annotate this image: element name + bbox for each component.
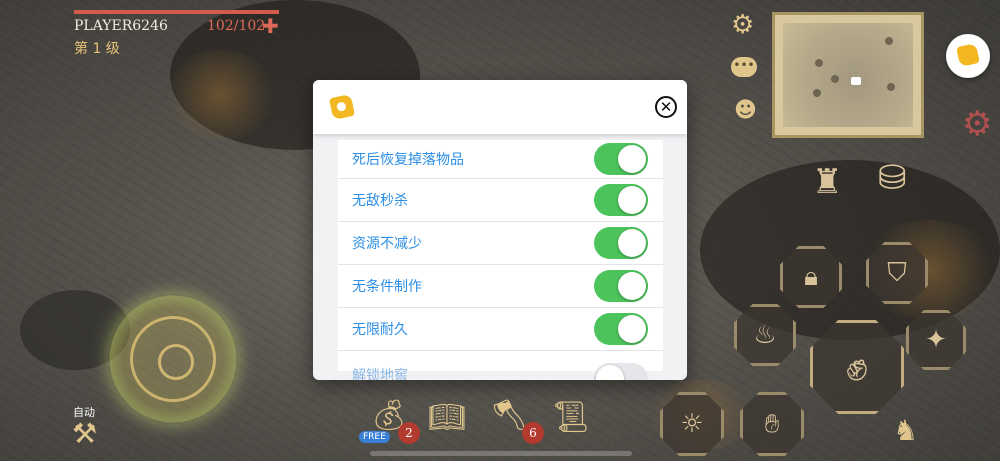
toggle-switch[interactable] [594,313,648,345]
toggle-knob [618,272,646,300]
lock-icon: 🔒︎ [804,261,818,292]
list-item: 无限耐久 [338,308,663,351]
map-marker-icon [813,89,821,97]
grass-patch [160,50,280,140]
movement-joystick[interactable] [108,294,238,424]
map-marker-icon [815,59,823,67]
home-indicator [370,451,632,456]
player-level: 第 1 级 [74,41,120,57]
character-icon[interactable]: ☻ [734,98,757,123]
minimap[interactable] [772,12,924,138]
toggle-knob [596,365,624,380]
modal-header: ✕ [313,80,687,134]
toggle-switch[interactable] [594,143,648,175]
mod-settings-cog-icon[interactable]: ⚙ [962,104,992,144]
castle-icon[interactable]: ♜ [812,162,842,202]
health-bar [74,10,279,14]
toggle-knob [618,315,646,343]
toggle-list: 死后恢复掉落物品 无敌秒杀 资源不减少 无条件制作 无限耐久 解锁地窖 [338,140,663,380]
toggle-knob [618,145,646,173]
toggle-switch[interactable] [594,270,648,302]
grab-hand-icon: ✋︎ [764,408,780,439]
joystick-knob[interactable] [158,344,194,380]
puzzle-logo-icon [328,93,356,121]
list-item: 无敌秒杀 [338,179,663,222]
toggle-label: 解锁地窖 [352,368,408,380]
list-item: 死后恢复掉落物品 [338,140,663,179]
list-item: 资源不减少 [338,222,663,265]
list-item: 解锁地窖 [338,351,663,380]
backpack-icon[interactable]: ⛁ [878,158,907,198]
skill-icon: ✦ [925,325,947,355]
fist-icon: ✊︎ [846,344,868,390]
list-item: 无条件制作 [338,265,663,308]
auto-attack-icon[interactable]: ⚒ [72,420,97,448]
notification-badge: 6 [522,422,544,444]
map-marker-icon [887,83,895,91]
health-bar-fill [74,10,279,14]
health-text: 102/102 [207,18,266,34]
map-marker-icon [885,37,893,45]
toggle-switch[interactable] [594,363,648,380]
sun-compass-icon: ☼ [680,409,704,439]
toggle-label: 死后恢复掉落物品 [352,152,464,168]
settings-gear-icon[interactable]: ⚙ [731,10,754,40]
toggle-switch[interactable] [594,184,648,216]
crouch-icon[interactable]: ♞ [893,414,918,447]
free-badge: FREE [359,431,390,443]
pouch-icon: ♨ [753,320,777,350]
toggle-label: 资源不减少 [352,236,422,252]
skill-button[interactable]: ✦ [906,310,966,370]
journal-book-icon[interactable]: 📖︎ [428,400,466,435]
notification-badge: 2 [398,422,420,444]
heal-plus-icon[interactable]: ✚ [262,14,279,38]
minimap-terrain [783,23,913,127]
cheat-menu-modal: ✕ 死后恢复掉落物品 无敌秒杀 资源不减少 无条件制作 无限耐久 解锁地窖 [313,80,687,380]
mod-menu-button[interactable] [946,34,990,78]
toggle-label: 无条件制作 [352,279,422,295]
player-name: PLAYER6246 [74,18,168,34]
puzzle-logo-icon [956,43,980,67]
toggle-knob [618,186,646,214]
toggle-label: 无敌秒杀 [352,193,408,209]
shield-icon: ⛉ [887,257,907,288]
toggle-switch[interactable] [594,227,648,259]
toggle-knob [618,229,646,257]
player-location-icon [851,77,861,85]
chat-icon[interactable]: ••• [731,57,757,77]
close-icon[interactable]: ✕ [655,96,677,118]
map-marker-icon [831,75,839,83]
toggle-label: 无限耐久 [352,322,408,338]
quest-scroll-icon[interactable]: 📜︎ [552,400,590,435]
